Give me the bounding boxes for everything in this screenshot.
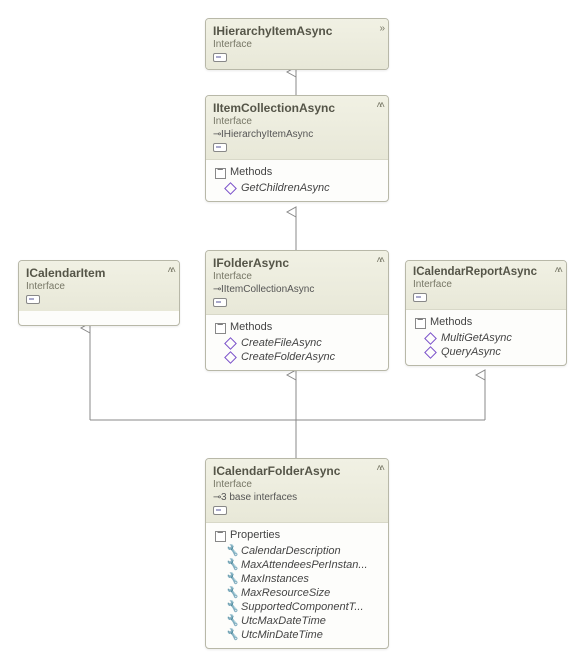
property-icon: 🔧 bbox=[225, 630, 235, 640]
interface-icon bbox=[26, 295, 40, 304]
node-stereotype: Interface bbox=[26, 281, 172, 292]
property-item: 🔧MaxResourceSize bbox=[213, 586, 381, 600]
interface-icon bbox=[413, 293, 427, 302]
node-header: ˄˄ ICalendarReportAsync Interface bbox=[406, 261, 566, 310]
node-title: ICalendarReportAsync bbox=[413, 266, 559, 278]
node-ihierarchyitemasync[interactable]: » IHierarchyItemAsync Interface bbox=[205, 18, 389, 70]
node-stereotype: Interface bbox=[413, 279, 559, 290]
section-heading[interactable]: Methods bbox=[213, 318, 381, 336]
interface-icon bbox=[213, 506, 227, 515]
interface-icon bbox=[213, 143, 227, 152]
node-header: ˄˄ IFolderAsync Interface ⊸IItemCollecti… bbox=[206, 251, 388, 315]
interface-icon bbox=[213, 53, 227, 62]
collapse-chevron-icon[interactable]: ˄˄ bbox=[554, 265, 560, 276]
collapse-chevron-icon[interactable]: ˄˄ bbox=[376, 100, 382, 111]
methods-section: Methods MultiGetAsync QueryAsync bbox=[406, 310, 566, 365]
node-stereotype: Interface bbox=[213, 39, 381, 50]
method-icon bbox=[425, 333, 435, 343]
methods-section: Methods CreateFileAsync CreateFolderAsyn… bbox=[206, 315, 388, 370]
expand-chevron-icon[interactable]: » bbox=[379, 23, 382, 34]
property-icon: 🔧 bbox=[225, 588, 235, 598]
node-icalendaritem[interactable]: ˄˄ ICalendarItem Interface bbox=[18, 260, 180, 326]
interface-icon bbox=[213, 298, 227, 307]
node-header: ˄˄ ICalendarFolderAsync Interface ⊸3 bas… bbox=[206, 459, 388, 523]
property-item: 🔧CalendarDescription bbox=[213, 544, 381, 558]
node-title: IHierarchyItemAsync bbox=[213, 24, 381, 38]
property-icon: 🔧 bbox=[225, 546, 235, 556]
method-item: QueryAsync bbox=[413, 345, 559, 359]
node-header: » IHierarchyItemAsync Interface bbox=[206, 19, 388, 69]
method-item: MultiGetAsync bbox=[413, 331, 559, 345]
method-item: CreateFolderAsync bbox=[213, 350, 381, 364]
node-iitemcollectionasync[interactable]: ˄˄ IItemCollectionAsync Interface ⊸IHier… bbox=[205, 95, 389, 202]
section-heading[interactable]: Properties bbox=[213, 526, 381, 544]
collapse-chevron-icon[interactable]: ˄˄ bbox=[376, 255, 382, 266]
node-header: ˄˄ ICalendarItem Interface bbox=[19, 261, 179, 311]
method-item: GetChildrenAsync bbox=[213, 181, 381, 195]
methods-section: Methods GetChildrenAsync bbox=[206, 160, 388, 201]
property-item: 🔧UtcMaxDateTime bbox=[213, 614, 381, 628]
properties-section: Properties 🔧CalendarDescription 🔧MaxAtte… bbox=[206, 523, 388, 648]
node-base-interface: ⊸IHierarchyItemAsync bbox=[213, 129, 381, 140]
node-stereotype: Interface bbox=[213, 271, 381, 282]
method-icon bbox=[225, 183, 235, 193]
method-icon bbox=[225, 338, 235, 348]
property-item: 🔧SupportedComponentT... bbox=[213, 600, 381, 614]
node-header: ˄˄ IItemCollectionAsync Interface ⊸IHier… bbox=[206, 96, 388, 160]
node-stereotype: Interface bbox=[213, 479, 381, 490]
property-icon: 🔧 bbox=[225, 616, 235, 626]
method-icon bbox=[425, 347, 435, 357]
node-base-interface: ⊸3 base interfaces bbox=[213, 492, 381, 503]
property-item: 🔧MaxInstances bbox=[213, 572, 381, 586]
section-heading[interactable]: Methods bbox=[413, 313, 559, 331]
property-icon: 🔧 bbox=[225, 574, 235, 584]
property-icon: 🔧 bbox=[225, 602, 235, 612]
method-icon bbox=[225, 352, 235, 362]
node-title: IFolderAsync bbox=[213, 256, 381, 270]
node-title: ICalendarFolderAsync bbox=[213, 464, 381, 478]
property-icon: 🔧 bbox=[225, 560, 235, 570]
section-heading[interactable]: Methods bbox=[213, 163, 381, 181]
node-title: ICalendarItem bbox=[26, 266, 172, 280]
node-icalendarfolderasync[interactable]: ˄˄ ICalendarFolderAsync Interface ⊸3 bas… bbox=[205, 458, 389, 649]
node-title: IItemCollectionAsync bbox=[213, 101, 381, 115]
collapse-chevron-icon[interactable]: ˄˄ bbox=[376, 463, 382, 474]
node-ifolderasync[interactable]: ˄˄ IFolderAsync Interface ⊸IItemCollecti… bbox=[205, 250, 389, 371]
method-item: CreateFileAsync bbox=[213, 336, 381, 350]
property-item: 🔧MaxAttendeesPerInstan... bbox=[213, 558, 381, 572]
node-base-interface: ⊸IItemCollectionAsync bbox=[213, 284, 381, 295]
property-item: 🔧UtcMinDateTime bbox=[213, 628, 381, 642]
node-stereotype: Interface bbox=[213, 116, 381, 127]
collapse-chevron-icon[interactable]: ˄˄ bbox=[167, 265, 173, 276]
node-icalendarreportasync[interactable]: ˄˄ ICalendarReportAsync Interface Method… bbox=[405, 260, 567, 366]
